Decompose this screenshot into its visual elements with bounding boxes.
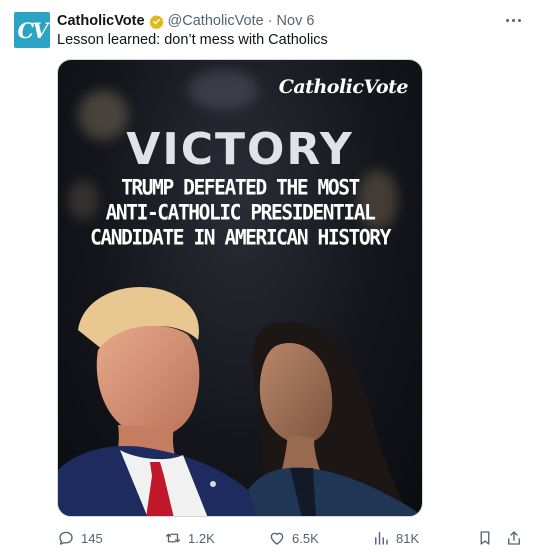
tweet[interactable]: CV CatholicVote @CatholicVote · Nov 6 Le… bbox=[0, 0, 534, 557]
bokeh-light bbox=[188, 70, 258, 110]
reply-button[interactable]: 145 bbox=[57, 526, 103, 550]
tweet-text: Lesson learned: don’t mess with Catholic… bbox=[57, 32, 328, 48]
subline-3: CANDIDATE IN AMERICAN HISTORY bbox=[90, 225, 391, 250]
action-bar: 145 1.2K 6.5K 81K bbox=[0, 526, 534, 550]
view-count: 81K bbox=[396, 530, 420, 546]
avatar[interactable]: CV bbox=[14, 12, 50, 48]
repost-count: 1.2K bbox=[188, 530, 215, 546]
verified-badge-icon[interactable] bbox=[148, 14, 164, 29]
share-icon bbox=[508, 531, 520, 545]
post-date[interactable]: Nov 6 bbox=[277, 13, 315, 29]
reply-icon bbox=[59, 531, 73, 545]
views-button[interactable]: 81K bbox=[372, 526, 419, 550]
headline: VICTORY bbox=[126, 124, 354, 175]
display-name[interactable]: CatholicVote bbox=[57, 13, 145, 29]
brand-logo: CatholicVote bbox=[278, 76, 409, 98]
reply-count: 145 bbox=[81, 530, 103, 546]
repost-button[interactable]: 1.2K bbox=[164, 526, 215, 550]
tweet-header: CatholicVote @CatholicVote · Nov 6 bbox=[57, 12, 314, 30]
views-icon bbox=[375, 532, 388, 545]
separator: · bbox=[267, 13, 273, 29]
more-icon[interactable] bbox=[500, 10, 526, 30]
portrait-illustration bbox=[58, 286, 422, 516]
like-button[interactable]: 6.5K bbox=[268, 526, 319, 550]
like-count: 6.5K bbox=[292, 530, 319, 546]
like-icon bbox=[270, 532, 284, 545]
repost-icon bbox=[165, 533, 181, 543]
subline-1: TRUMP DEFEATED THE MOST bbox=[121, 175, 360, 200]
tweet-image[interactable]: CatholicVote VICTORY TRUMP DEFEATED THE … bbox=[57, 59, 423, 517]
bookmark-icon bbox=[480, 531, 490, 545]
share-button[interactable] bbox=[505, 526, 523, 550]
bookmark-button[interactable] bbox=[476, 526, 494, 550]
subline-2: ANTI-CATHOLIC PRESIDENTIAL bbox=[105, 200, 376, 225]
handle[interactable]: @CatholicVote bbox=[168, 13, 264, 29]
